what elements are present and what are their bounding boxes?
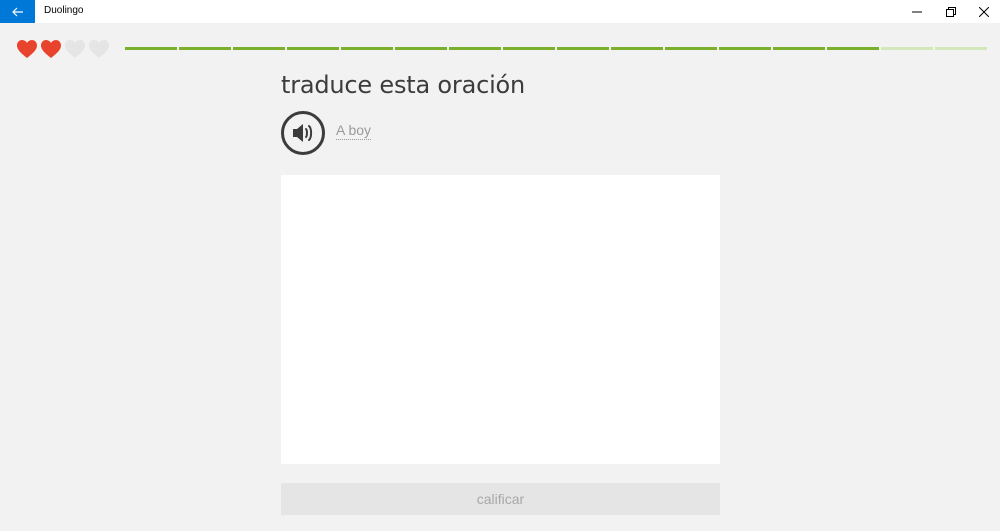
progress-segment-pending: [935, 47, 987, 50]
heart-full-icon: [41, 40, 61, 58]
progress-segment-complete: [287, 47, 339, 50]
progress-segment-complete: [125, 47, 177, 50]
progress-segment-complete: [773, 47, 825, 50]
progress-segment-complete: [719, 47, 771, 50]
arrow-left-icon: [11, 7, 23, 16]
progress-segment-complete: [665, 47, 717, 50]
progress-segment-complete: [449, 47, 501, 50]
speaker-icon: [293, 124, 313, 142]
heart-empty-icon: [89, 40, 109, 58]
progress-segment-complete: [395, 47, 447, 50]
heart-empty-icon: [65, 40, 85, 58]
app-title: Duolingo: [44, 5, 84, 16]
close-icon: [978, 6, 989, 17]
answer-input[interactable]: [281, 175, 720, 464]
progress-segment-complete: [341, 47, 393, 50]
heart-full-icon: [17, 40, 37, 58]
progress-segment-complete: [503, 47, 555, 50]
progress-segment-complete: [611, 47, 663, 50]
progress-segment-complete: [827, 47, 879, 50]
progress-segment-pending: [881, 47, 933, 50]
progress-segment-complete: [557, 47, 609, 50]
back-button[interactable]: [0, 0, 35, 23]
progress-segment-complete: [233, 47, 285, 50]
hearts-display: [16, 39, 110, 59]
lesson-progress-bar: [125, 47, 987, 50]
restore-button[interactable]: [934, 0, 967, 23]
progress-segment-complete: [179, 47, 231, 50]
close-button[interactable]: [967, 0, 1000, 23]
minimize-icon: [911, 11, 922, 12]
check-button[interactable]: calificar: [281, 483, 720, 515]
exercise-prompt: traduce esta oración: [281, 71, 526, 99]
restore-icon: [945, 6, 956, 17]
minimize-button[interactable]: [900, 0, 933, 23]
title-bar: Duolingo: [0, 0, 1000, 23]
source-sentence[interactable]: A boy: [336, 121, 372, 140]
play-audio-button[interactable]: [281, 111, 325, 155]
